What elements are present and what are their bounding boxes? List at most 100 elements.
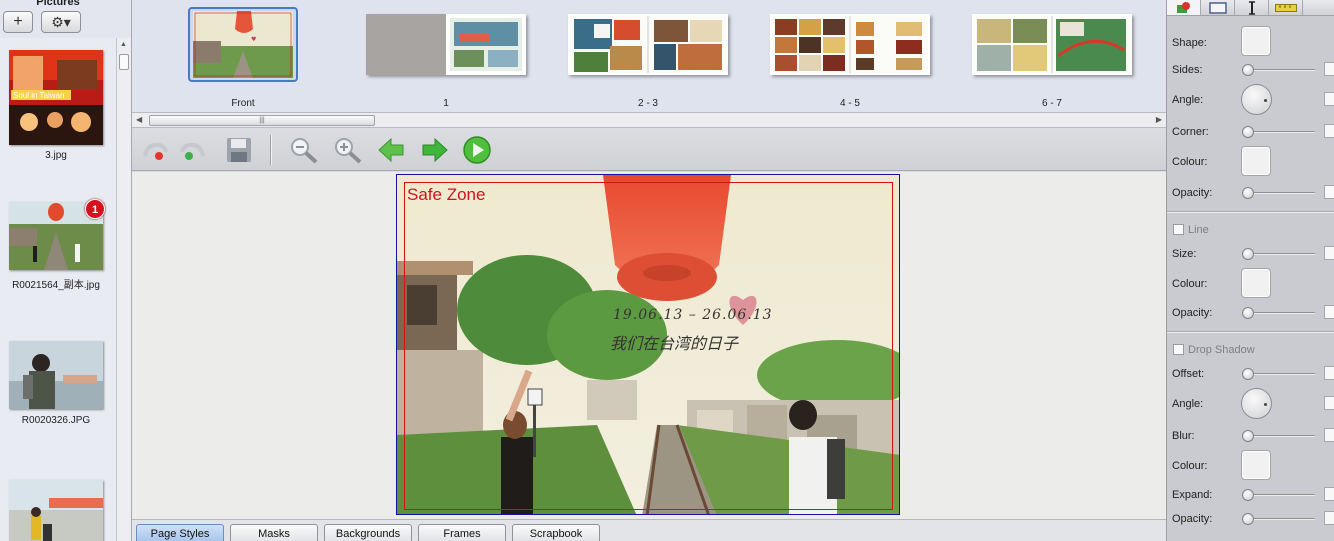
opacity-slider-knob[interactable] bbox=[1242, 187, 1254, 199]
page-strip-scrollbar[interactable]: ◀ ||| ▶ bbox=[132, 112, 1166, 128]
expand-value-field[interactable] bbox=[1324, 487, 1334, 501]
line-size-value-field[interactable] bbox=[1324, 246, 1334, 260]
ruler-tool-icon[interactable] bbox=[1269, 0, 1303, 15]
picture-item[interactable]: Soul in Taiwan 3.jpg bbox=[0, 50, 116, 170]
shadow-opacity-value-field[interactable] bbox=[1324, 511, 1334, 525]
tab-masks[interactable]: Masks bbox=[230, 524, 318, 541]
redo-icon[interactable] bbox=[177, 134, 211, 166]
svg-text:♥: ♥ bbox=[251, 36, 256, 43]
line-opacity-slider-track[interactable] bbox=[1249, 312, 1315, 314]
toolbar-separator bbox=[270, 135, 271, 165]
angle-dial[interactable] bbox=[1241, 84, 1272, 115]
text-tool-icon[interactable] bbox=[1235, 0, 1269, 15]
picture-thumbnail[interactable] bbox=[9, 480, 103, 541]
line-opacity-value-field[interactable] bbox=[1324, 305, 1334, 319]
shadow-opacity-label: Opacity: bbox=[1172, 513, 1213, 525]
corner-slider-knob[interactable] bbox=[1242, 126, 1254, 138]
pictures-panel: Pictures + ⚙▾ Soul in Taiwan 3.jpg 1 R00… bbox=[0, 0, 132, 541]
expand-label: Expand: bbox=[1172, 489, 1213, 501]
blur-slider-track[interactable] bbox=[1249, 435, 1315, 437]
opacity-label: Opacity: bbox=[1172, 187, 1213, 199]
editor-toolbar bbox=[132, 129, 1166, 171]
tab-frames[interactable]: Frames bbox=[418, 524, 506, 541]
line-checkbox[interactable] bbox=[1173, 224, 1184, 235]
shadow-opacity-slider-knob[interactable] bbox=[1242, 513, 1254, 525]
offset-slider-knob[interactable] bbox=[1242, 368, 1254, 380]
line-section-title: Line bbox=[1188, 224, 1209, 236]
shape-label: Shape: bbox=[1172, 37, 1207, 49]
previous-page-icon[interactable] bbox=[374, 134, 408, 166]
section-divider bbox=[1167, 211, 1334, 213]
pictures-scrollbar[interactable]: ▲ bbox=[116, 38, 131, 541]
shadow-colour-swatch[interactable] bbox=[1241, 450, 1271, 480]
shape-tool-icon[interactable] bbox=[1167, 0, 1201, 15]
spread-preview bbox=[972, 14, 1132, 75]
offset-slider-track[interactable] bbox=[1249, 373, 1315, 375]
add-picture-button[interactable]: + bbox=[3, 11, 33, 33]
blur-value-field[interactable] bbox=[1324, 428, 1334, 442]
tab-backgrounds[interactable]: Backgrounds bbox=[324, 524, 412, 541]
blur-label: Blur: bbox=[1172, 430, 1195, 442]
zoom-out-icon[interactable] bbox=[287, 134, 321, 166]
save-icon[interactable] bbox=[222, 134, 256, 166]
angle-label: Angle: bbox=[1172, 94, 1204, 106]
scrollbar-thumb[interactable] bbox=[119, 54, 129, 70]
play-icon[interactable] bbox=[460, 134, 494, 166]
line-size-slider-knob[interactable] bbox=[1242, 248, 1254, 260]
corner-value-field[interactable] bbox=[1324, 124, 1334, 138]
line-size-slider-track[interactable] bbox=[1249, 253, 1315, 255]
gear-menu-button[interactable]: ⚙▾ bbox=[41, 11, 81, 33]
corner-slider-track[interactable] bbox=[1249, 131, 1315, 133]
inspector-tabs bbox=[1167, 0, 1334, 16]
expand-slider-knob[interactable] bbox=[1242, 489, 1254, 501]
page-frame[interactable]: 19.06.13 – 26.06.13 我们在台湾的日子 Safe Zone bbox=[396, 174, 900, 515]
picture-count-badge: 1 bbox=[85, 199, 105, 219]
opacity-slider-track[interactable] bbox=[1249, 192, 1315, 194]
page-label: 2 - 3 bbox=[637, 98, 658, 109]
picture-item[interactable] bbox=[0, 480, 116, 541]
angle-value-field[interactable] bbox=[1324, 92, 1334, 106]
picture-thumbnail[interactable] bbox=[9, 341, 103, 409]
scrollbar-thumb[interactable]: ||| bbox=[149, 115, 375, 126]
undo-icon[interactable] bbox=[137, 134, 171, 166]
line-opacity-slider-knob[interactable] bbox=[1242, 307, 1254, 319]
shape-picker[interactable] bbox=[1241, 26, 1271, 56]
scroll-right-icon[interactable]: ▶ bbox=[1156, 115, 1162, 124]
style-tab-bar: Page Styles Masks Backgrounds Frames Scr… bbox=[132, 519, 1166, 541]
shadow-opacity-slider-track[interactable] bbox=[1249, 518, 1315, 520]
zoom-in-icon[interactable] bbox=[331, 134, 365, 166]
page-canvas: 19.06.13 – 26.06.13 我们在台湾的日子 Safe Zone bbox=[132, 172, 1166, 519]
section-divider bbox=[1167, 331, 1334, 333]
sides-value-field[interactable] bbox=[1324, 62, 1334, 76]
spread-preview bbox=[568, 14, 728, 75]
offset-label: Offset: bbox=[1172, 368, 1205, 380]
picture-list: Soul in Taiwan 3.jpg 1 R0021564_副本.jpg R… bbox=[0, 38, 116, 541]
picture-item[interactable]: 1 R0021564_副本.jpg bbox=[0, 199, 116, 302]
expand-slider-track[interactable] bbox=[1249, 494, 1315, 496]
frame-tool-icon[interactable] bbox=[1201, 0, 1235, 15]
scroll-up-icon[interactable]: ▲ bbox=[120, 41, 127, 48]
next-page-icon[interactable] bbox=[418, 134, 452, 166]
blur-slider-knob[interactable] bbox=[1242, 430, 1254, 442]
sides-slider-track[interactable] bbox=[1249, 69, 1315, 71]
colour-label: Colour: bbox=[1172, 156, 1208, 168]
shape-colour-swatch[interactable] bbox=[1241, 146, 1271, 176]
line-size-label: Size: bbox=[1172, 248, 1197, 260]
scroll-left-icon[interactable]: ◀ bbox=[136, 115, 142, 124]
shadow-angle-dial[interactable] bbox=[1241, 388, 1272, 419]
tab-scrapbook[interactable]: Scrapbook bbox=[512, 524, 600, 541]
tab-page-styles[interactable]: Page Styles bbox=[136, 524, 224, 541]
line-colour-swatch[interactable] bbox=[1241, 268, 1271, 298]
offset-value-field[interactable] bbox=[1324, 366, 1334, 380]
more-tools-icon[interactable] bbox=[1303, 0, 1334, 15]
page-label: 1 bbox=[443, 98, 449, 109]
drop-shadow-checkbox[interactable] bbox=[1173, 344, 1184, 355]
page-label: Front bbox=[231, 98, 255, 109]
picture-thumbnail[interactable]: Soul in Taiwan bbox=[9, 50, 103, 145]
shadow-angle-label: Angle: bbox=[1172, 398, 1204, 410]
safe-zone-label: Safe Zone bbox=[407, 185, 486, 204]
shadow-angle-value-field[interactable] bbox=[1324, 396, 1334, 410]
picture-item[interactable]: R0020326.JPG bbox=[0, 341, 116, 441]
opacity-value-field[interactable] bbox=[1324, 185, 1334, 199]
sides-slider-knob[interactable] bbox=[1242, 64, 1254, 76]
